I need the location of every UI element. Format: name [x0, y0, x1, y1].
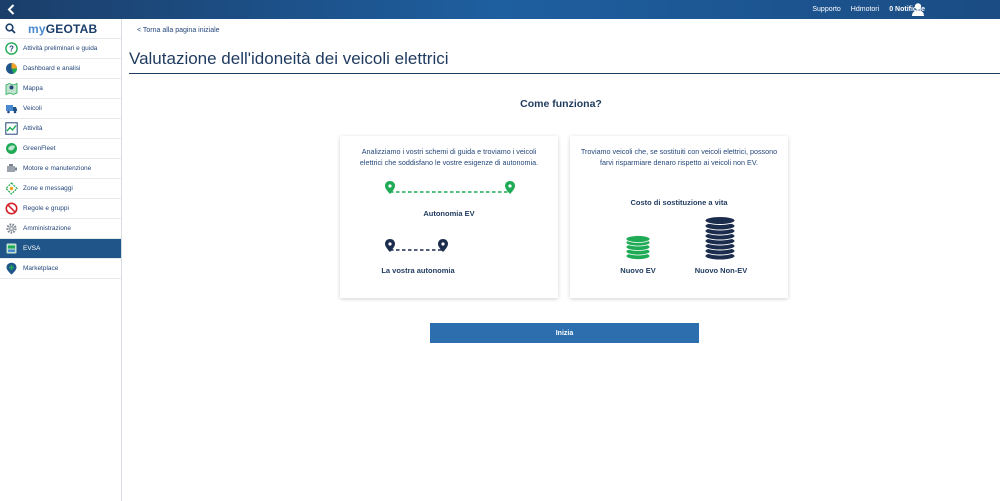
engine-icon [4, 161, 19, 176]
sidebar-item-activity[interactable]: Attività [0, 119, 121, 139]
non-ev-coins-icon [704, 216, 736, 261]
sidebar-item-label: Zone e messaggi [23, 185, 73, 192]
sidebar-item-marketplace[interactable]: Marketplace [0, 259, 121, 279]
back-arrow-icon[interactable] [0, 0, 22, 19]
title-divider [129, 73, 1000, 74]
help-icon: ? [4, 41, 19, 56]
cost-card-text: Troviamo veicoli che, se sostituiti con … [580, 147, 778, 167]
range-card-text: Analizziamo i vostri schemi di guida e t… [359, 147, 539, 167]
section-title: Come funziona? [520, 98, 602, 110]
sidebar-item-greenfleet[interactable]: GreenFleet [0, 139, 121, 159]
sidebar-item-label: Dashboard e analisi [23, 65, 81, 72]
sidebar-item-label: Motore e manutenzione [23, 165, 92, 172]
gear-icon [4, 221, 19, 236]
marketplace-icon [4, 261, 19, 276]
your-range-route-icon [385, 239, 448, 252]
your-range-label: La vostra autonomia [381, 266, 455, 275]
sidebar-item-engine[interactable]: Motore e manutenzione [0, 159, 121, 179]
truck-icon [4, 101, 19, 116]
sidebar-item-label: Mappa [23, 85, 43, 92]
lifetime-cost-title: Costo di sostituzione a vita [630, 198, 728, 207]
back-to-home-link[interactable]: < Torna alla pagina iniziale [137, 27, 220, 34]
sidebar-item-evsa[interactable]: EVSA [0, 239, 121, 259]
ev-coins-icon [625, 235, 651, 260]
new-non-ev-label: Nuovo Non-EV [694, 266, 748, 275]
ev-range-label: Autonomia EV [423, 209, 475, 218]
sidebar-item-getting-started[interactable]: ? Attività preliminari e guida [0, 39, 121, 59]
page-title: Valutazione dell'idoneità dei veicoli el… [129, 49, 449, 68]
no-entry-icon [4, 201, 19, 216]
sidebar-item-zones[interactable]: Zone e messaggi [0, 179, 121, 199]
mygeotab-logo[interactable]: my GEOTAB [28, 22, 97, 36]
zones-icon [4, 181, 19, 196]
sidebar-item-label: Attività preliminari e guida [23, 45, 98, 52]
new-ev-label: Nuovo EV [620, 266, 656, 275]
sidebar: my GEOTAB ? Attività preliminari e guida … [0, 19, 122, 501]
sidebar-header: my GEOTAB [0, 19, 121, 39]
support-link[interactable]: Supporto [812, 6, 840, 13]
sidebar-item-rules[interactable]: Regole e gruppi [0, 199, 121, 219]
activity-chart-icon [4, 121, 19, 136]
sidebar-item-administration[interactable]: Amministrazione [0, 219, 121, 239]
cost-card: Troviamo veicoli che, se sostituiti con … [570, 136, 788, 298]
sidebar-item-label: Marketplace [23, 265, 59, 272]
sidebar-item-label: Regole e gruppi [23, 205, 69, 212]
sidebar-item-dashboard[interactable]: Dashboard e analisi [0, 59, 121, 79]
sidebar-item-label: Attività [23, 125, 43, 132]
pie-chart-icon [4, 61, 19, 76]
sidebar-item-label: Amministrazione [23, 225, 72, 232]
svg-text:?: ? [9, 44, 14, 53]
sidebar-item-label: GreenFleet [23, 145, 56, 152]
start-button[interactable]: Inizia [430, 323, 699, 343]
sidebar-item-map[interactable]: Mappa [0, 79, 121, 99]
ev-charger-icon [4, 241, 19, 256]
main-content: < Torna alla pagina iniziale Valutazione… [122, 19, 1000, 501]
map-icon [4, 81, 19, 96]
sidebar-item-label: EVSA [23, 245, 41, 252]
top-right-links: Supporto Hdmotori 0 Notifiche [812, 6, 1000, 13]
range-card: Analizziamo i vostri schemi di guida e t… [340, 136, 558, 298]
sidebar-item-vehicles[interactable]: Veicoli [0, 99, 121, 119]
sidebar-item-label: Veicoli [23, 105, 42, 112]
top-bar: Supporto Hdmotori 0 Notifiche [0, 0, 1000, 19]
ev-range-route-icon [385, 181, 515, 194]
user-name-link[interactable]: Hdmotori [851, 6, 879, 13]
leaf-globe-icon [4, 141, 19, 156]
search-icon[interactable] [0, 19, 20, 39]
